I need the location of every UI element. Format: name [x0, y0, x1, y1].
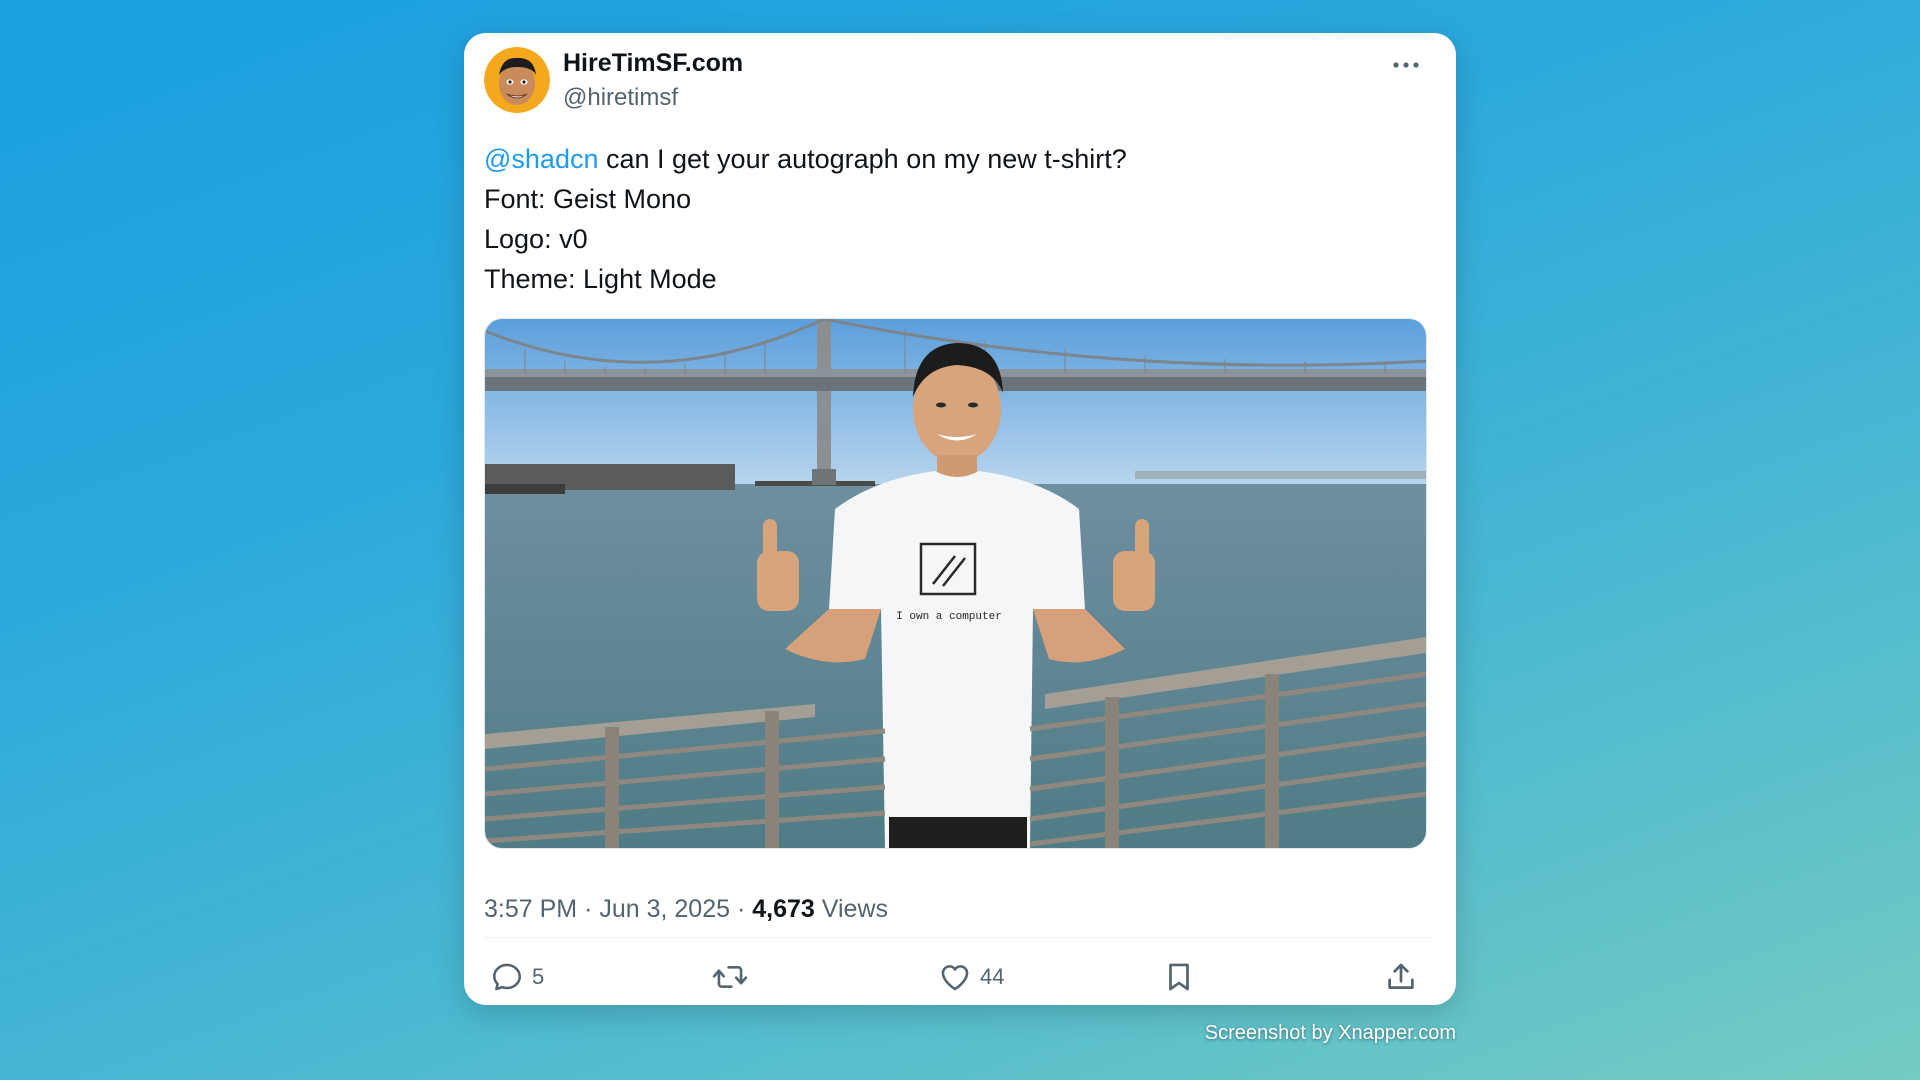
tweet-text-line-3: Logo: v0 [484, 224, 588, 254]
heart-icon [941, 965, 969, 991]
repost-button[interactable] [712, 959, 748, 995]
photo-illustration: I own a computer [485, 319, 1426, 848]
author-display-name[interactable]: HireTimSF.com [563, 49, 743, 78]
views-label: Views [821, 895, 889, 923]
tweet-text-line-1: @shadcn can I get your autograph on my n… [484, 139, 1434, 179]
more-options-button[interactable] [1390, 53, 1422, 77]
bookmark-icon [1169, 963, 1189, 991]
avatar-photo-icon [484, 47, 550, 113]
like-count: 44 [980, 964, 1005, 989]
watermark: Screenshot by Xnapper.com [1204, 1022, 1456, 1044]
tweet-meta: 3:57 PM · Jun 3, 2025 · 4,673 Views [484, 895, 888, 924]
more-horizontal-icon [1393, 62, 1419, 68]
like-button[interactable]: 44 [938, 959, 1004, 995]
reply-icon [492, 963, 522, 991]
tweet-date[interactable]: Jun 3, 2025 [599, 895, 730, 923]
tweet-text: @shadcn can I get your autograph on my n… [484, 139, 1434, 299]
share-button[interactable] [1384, 959, 1418, 995]
tweet-photo[interactable]: I own a computer [484, 318, 1427, 849]
repost-icon [712, 965, 748, 989]
share-icon [1388, 963, 1414, 989]
tweet-card: HireTimSF.com @hiretimsf @shadcn can I g… [464, 33, 1456, 1005]
tweet-time[interactable]: 3:57 PM [484, 895, 577, 923]
tweet-text-line-4: Theme: Light Mode [484, 264, 717, 294]
author-handle[interactable]: @hiretimsf [563, 84, 678, 112]
divider [484, 937, 1434, 938]
reply-count: 5 [532, 964, 545, 989]
author-avatar[interactable] [484, 47, 550, 113]
bookmark-button[interactable] [1162, 959, 1196, 995]
tweet-text-line-1-rest: can I get your autograph on my new t-shi… [598, 144, 1127, 174]
views-count: 4,673 [752, 895, 815, 923]
shirt-text: I own a computer [896, 611, 1002, 623]
meta-separator-2: · [736, 895, 746, 923]
mention-link[interactable]: @shadcn [484, 144, 598, 174]
reply-button[interactable]: 5 [490, 959, 544, 995]
tweet-text-line-2: Font: Geist Mono [484, 184, 692, 214]
meta-separator: · [584, 895, 593, 923]
